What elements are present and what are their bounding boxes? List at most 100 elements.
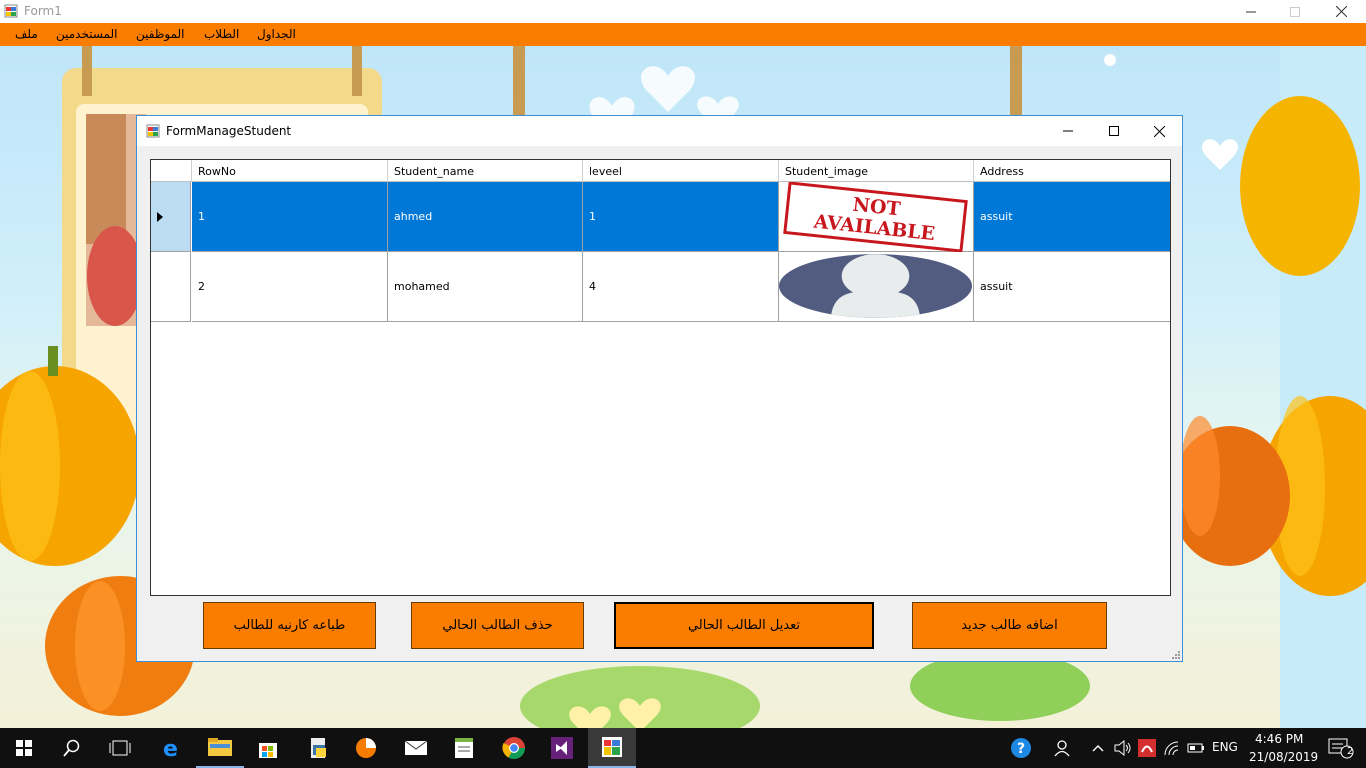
delete-student-button[interactable]: حذف الطالب الحالي: [411, 602, 584, 649]
column-header-address[interactable]: Address: [974, 160, 1170, 182]
taskbar-file-explorer[interactable]: [196, 728, 244, 768]
tray-show-hidden[interactable]: [1086, 728, 1110, 768]
svg-text:e: e: [163, 737, 178, 759]
maximize-icon: [1109, 126, 1119, 136]
taskbar-visual-studio[interactable]: [538, 728, 586, 768]
visual-studio-icon: [551, 737, 573, 759]
menu-file[interactable]: ملف: [15, 27, 38, 41]
cell-student-image[interactable]: [779, 252, 974, 322]
column-header-student-name[interactable]: Student_name: [388, 160, 583, 182]
maximize-icon: [1290, 6, 1300, 17]
edge-browser-icon: e: [163, 737, 178, 759]
cell-address[interactable]: assuit: [974, 182, 1170, 252]
windows-logo-icon: [16, 740, 32, 756]
print-student-card-button[interactable]: طباعه كارنيه للطالب: [203, 602, 376, 649]
speaker-icon: [1114, 740, 1131, 756]
svg-text:?: ?: [1017, 741, 1025, 757]
column-header-level[interactable]: leveel: [583, 160, 779, 182]
notification-count-badge: 2: [1347, 746, 1354, 757]
app-icon: [4, 4, 18, 18]
antivirus-icon: [1138, 739, 1156, 757]
child-minimize-button[interactable]: [1045, 116, 1091, 146]
cell-student-name[interactable]: mohamed: [388, 252, 583, 322]
clock-time[interactable]: 4:46 PM: [1255, 732, 1303, 746]
task-view-button[interactable]: [96, 728, 144, 768]
task-view-icon: [109, 740, 131, 756]
form-manage-student-window: FormManageStudent RowNo Student_name lev…: [136, 115, 1183, 662]
menu-employees[interactable]: الموظفين: [136, 27, 185, 41]
action-center-button[interactable]: 2: [1318, 728, 1364, 768]
minimize-icon: [1246, 11, 1256, 12]
taskbar-store[interactable]: [244, 728, 292, 768]
start-button[interactable]: [0, 728, 48, 768]
search-button[interactable]: [48, 728, 96, 768]
taskbar-mail[interactable]: [392, 728, 440, 768]
wifi-icon: [1164, 741, 1179, 756]
input-language[interactable]: ENG: [1212, 740, 1238, 754]
chrome-icon: [502, 737, 525, 759]
tray-people[interactable]: [1044, 728, 1082, 768]
menu-tables[interactable]: الجداول: [257, 27, 296, 41]
menu-users[interactable]: المستخدمين: [56, 27, 117, 41]
taskbar-chrome[interactable]: [490, 728, 538, 768]
not-available-stamp-image: NOT AVAILABLE: [783, 181, 968, 252]
mail-icon: [404, 740, 428, 755]
child-window-title: FormManageStudent: [166, 124, 292, 138]
column-header-rowno[interactable]: RowNo: [192, 160, 388, 182]
main-title-bar: Form1: [0, 0, 1366, 23]
taskbar-app-orange[interactable]: [342, 728, 390, 768]
row-header-2[interactable]: [151, 252, 191, 322]
people-icon: [1054, 740, 1070, 757]
cell-level[interactable]: 4: [583, 252, 779, 322]
close-icon: [1153, 125, 1165, 137]
edit-student-button[interactable]: تعديل الطالب الحالي: [614, 602, 874, 649]
close-button[interactable]: [1318, 0, 1364, 23]
chevron-up-icon: [1092, 745, 1104, 752]
pie-app-icon: [356, 738, 376, 758]
column-header-student-image[interactable]: Student_image: [779, 160, 974, 182]
child-title-bar: FormManageStudent: [137, 116, 1182, 146]
cell-level[interactable]: 1: [583, 182, 779, 252]
tray-battery[interactable]: [1184, 728, 1208, 768]
store-bag-icon: [259, 743, 277, 758]
notepad-icon: [455, 738, 473, 758]
cell-student-name[interactable]: ahmed: [388, 182, 583, 252]
user-avatar-image: [779, 253, 973, 318]
taskbar-app-python[interactable]: [294, 728, 342, 768]
taskbar-edge[interactable]: e: [148, 728, 196, 768]
menu-bar: ملف المستخدمين الموظفين الطلاب الجداول: [0, 23, 1366, 46]
students-data-grid[interactable]: RowNo Student_name leveel Student_image …: [150, 159, 1171, 596]
close-icon: [1335, 6, 1347, 17]
search-icon: [63, 739, 80, 757]
tray-network[interactable]: [1160, 728, 1184, 768]
form-icon: [146, 124, 160, 138]
cell-student-image[interactable]: NOT AVAILABLE: [779, 181, 974, 252]
folder-icon: [208, 738, 232, 756]
tray-antivirus[interactable]: [1136, 728, 1158, 768]
clock-date[interactable]: 21/08/2019: [1249, 750, 1318, 764]
tray-help[interactable]: ?: [998, 728, 1044, 768]
minimize-button[interactable]: [1228, 0, 1274, 23]
minimize-icon: [1063, 130, 1073, 132]
cell-address[interactable]: assuit: [974, 252, 1170, 322]
tray-volume[interactable]: [1110, 728, 1136, 768]
maximize-button[interactable]: [1272, 0, 1318, 23]
cell-rowno[interactable]: 2: [192, 252, 388, 322]
help-icon: ?: [1011, 738, 1031, 758]
form-app-icon: [602, 737, 622, 757]
current-row-arrow-icon: [157, 212, 163, 222]
resize-grip-icon[interactable]: [1170, 649, 1180, 659]
add-student-button[interactable]: اضافه طالب جديد: [912, 602, 1107, 649]
menu-students[interactable]: الطلاب: [204, 27, 239, 41]
window-title: Form1: [24, 4, 62, 18]
child-maximize-button[interactable]: [1091, 116, 1137, 146]
document-app-icon: [311, 738, 326, 758]
taskbar-form1-app[interactable]: [588, 728, 636, 768]
battery-icon: [1187, 743, 1204, 753]
grid-corner-header[interactable]: [151, 160, 192, 182]
row-header-1[interactable]: [151, 182, 191, 252]
child-close-button[interactable]: [1136, 116, 1182, 146]
taskbar: e ? ENG 4:46 PM 21/08/2019 2: [0, 728, 1366, 768]
taskbar-app-editor[interactable]: [440, 728, 488, 768]
cell-rowno[interactable]: 1: [192, 182, 388, 252]
